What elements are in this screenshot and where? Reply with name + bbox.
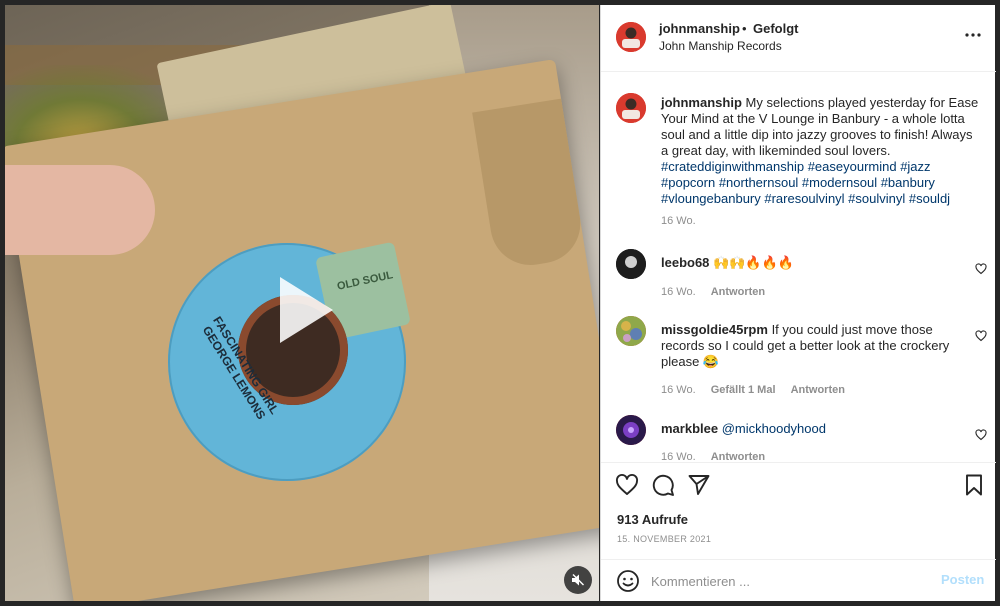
comment-body: markblee @mickhoodyhood [661, 421, 979, 437]
profile-picture [616, 249, 646, 279]
caption-meta: 16 Wo. [661, 215, 708, 227]
play-icon [280, 277, 333, 343]
like-comment-icon[interactable] [975, 429, 987, 441]
comment-body: leebo68 🙌🙌🔥🔥🔥 [661, 255, 979, 271]
more-options-icon[interactable] [964, 26, 982, 44]
post-side-panel: johnmanship • Gefolgt John Manship Recor… [600, 5, 996, 601]
share-icon[interactable] [687, 473, 711, 497]
comment-text: 🙌🙌🔥🔥🔥 [713, 255, 794, 270]
comment-mention[interactable]: @mickhoodyhood [722, 421, 826, 436]
hand [5, 165, 155, 255]
comment-meta: 16 Wo. Antworten [661, 451, 777, 462]
caption-username[interactable]: johnmanship [661, 95, 742, 110]
caption-avatar[interactable] [616, 93, 646, 123]
speaker-muted-icon [572, 574, 584, 586]
location-link[interactable]: John Manship Records [659, 39, 782, 53]
avatar[interactable] [616, 22, 646, 52]
reply-button[interactable]: Antworten [711, 451, 765, 462]
profile-picture [616, 22, 646, 52]
ellipsis-icon [965, 33, 981, 37]
mute-button[interactable] [564, 566, 592, 594]
profile-picture [616, 415, 646, 445]
caption-age[interactable]: 16 Wo. [661, 215, 696, 227]
reply-button[interactable]: Antworten [711, 286, 765, 298]
action-bar: 913 Aufrufe 15. NOVEMBER 2021 [601, 462, 996, 552]
comment-meta: 16 Wo. Antworten [661, 286, 777, 298]
like-icon[interactable] [615, 473, 639, 497]
comment-avatar[interactable] [616, 415, 646, 445]
play-button[interactable] [255, 265, 345, 355]
comment-icon[interactable] [651, 473, 675, 497]
bookmark-icon[interactable] [962, 473, 986, 497]
post-comment-button[interactable]: Posten [941, 572, 984, 587]
follow-status-button[interactable]: Gefolgt [753, 21, 799, 36]
comment-body: missgoldie45rpm If you could just move t… [661, 322, 979, 370]
comment-composer: Posten [601, 559, 996, 601]
reply-button[interactable]: Antworten [791, 384, 845, 396]
comment-username[interactable]: missgoldie45rpm [661, 322, 768, 337]
comment-age[interactable]: 16 Wo. [661, 384, 696, 396]
post-video[interactable]: OLD SOUL FASCINATING GIRL GEORGE LEMONS [5, 5, 599, 601]
comment-meta: 16 Wo. Gefällt 1 Mal Antworten [661, 384, 857, 396]
separator-dot: • [742, 21, 747, 36]
post-header: johnmanship • Gefolgt John Manship Recor… [601, 5, 996, 72]
header-username[interactable]: johnmanship [659, 21, 740, 36]
profile-picture [616, 316, 646, 346]
emoji-icon[interactable] [616, 569, 640, 593]
comment-avatar[interactable] [616, 316, 646, 346]
comment-avatar[interactable] [616, 249, 646, 279]
like-comment-icon[interactable] [975, 330, 987, 342]
view-count[interactable]: 913 Aufrufe [617, 512, 688, 527]
comments-list[interactable]: johnmanship My selections played yesterd… [601, 73, 996, 462]
comment-username[interactable]: leebo68 [661, 255, 709, 270]
comment-likes[interactable]: Gefällt 1 Mal [711, 384, 776, 396]
caption-hashtags[interactable]: #crateddiginwithmanship #easeyourmind #j… [661, 159, 950, 206]
comment-input[interactable] [651, 570, 921, 592]
post-dialog: OLD SOUL FASCINATING GIRL GEORGE LEMONS [0, 0, 1000, 606]
comment-age[interactable]: 16 Wo. [661, 286, 696, 298]
profile-picture [616, 93, 646, 123]
caption: johnmanship My selections played yesterd… [661, 95, 979, 207]
comment-age[interactable]: 16 Wo. [661, 451, 696, 462]
post-date[interactable]: 15. NOVEMBER 2021 [617, 534, 711, 544]
comment-username[interactable]: markblee [661, 421, 718, 436]
like-comment-icon[interactable] [975, 263, 987, 275]
